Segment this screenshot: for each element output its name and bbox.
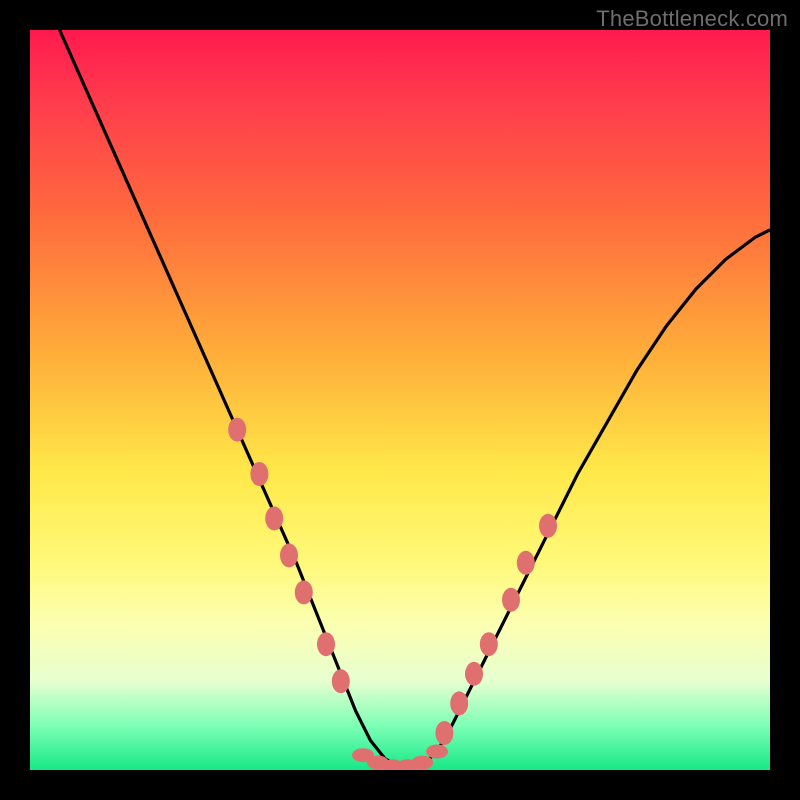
- data-marker: [539, 514, 557, 538]
- data-marker: [435, 721, 453, 745]
- data-marker: [450, 691, 468, 715]
- data-marker: [465, 662, 483, 686]
- markers-trough: [352, 745, 448, 771]
- data-marker: [502, 588, 520, 612]
- data-marker: [411, 756, 433, 770]
- data-marker: [295, 580, 313, 604]
- bottleneck-curve: [60, 30, 770, 766]
- watermark-text: TheBottleneck.com: [596, 6, 788, 32]
- data-marker: [517, 551, 535, 575]
- chart-frame: TheBottleneck.com: [0, 0, 800, 800]
- data-marker: [250, 462, 268, 486]
- data-marker: [228, 418, 246, 442]
- data-marker: [332, 669, 350, 693]
- markers-left-branch: [228, 418, 350, 694]
- plot-area: [30, 30, 770, 770]
- data-marker: [265, 506, 283, 530]
- curve-svg: [30, 30, 770, 770]
- data-marker: [280, 543, 298, 567]
- data-marker: [480, 632, 498, 656]
- data-marker: [317, 632, 335, 656]
- data-marker: [426, 745, 448, 759]
